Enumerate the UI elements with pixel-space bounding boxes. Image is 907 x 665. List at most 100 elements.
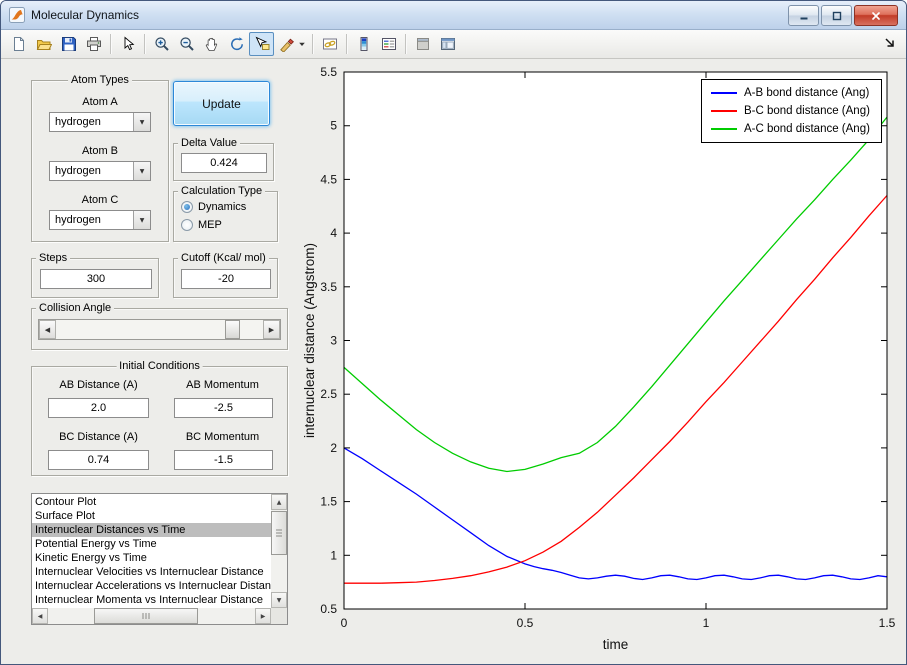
atom-a-value: hydrogen bbox=[50, 116, 133, 128]
list-item[interactable]: Internuclear Momenta vs Internuclear Dis… bbox=[32, 593, 271, 607]
scroll-down-arrow-icon[interactable]: ▼ bbox=[271, 592, 287, 608]
data-cursor-icon[interactable] bbox=[249, 32, 274, 56]
close-button[interactable] bbox=[854, 5, 898, 26]
zoom-in-icon[interactable] bbox=[149, 32, 174, 56]
radio-button-icon bbox=[181, 219, 193, 231]
y-axis-label: internuclear distance (Angstrom) bbox=[302, 243, 317, 438]
x-tick-label: 1 bbox=[703, 616, 710, 630]
delta-value-panel: Delta Value bbox=[173, 143, 274, 181]
ab-momentum-input[interactable] bbox=[174, 398, 273, 418]
link-plot-icon[interactable] bbox=[317, 32, 342, 56]
legend-entry-bc: B-C bond distance (Ang) bbox=[702, 102, 881, 120]
list-item[interactable]: Internuclear Accelerations vs Internucle… bbox=[32, 579, 271, 593]
toolbar-separator bbox=[110, 34, 111, 54]
legend-line-sample bbox=[711, 110, 737, 112]
zoom-out-icon[interactable] bbox=[174, 32, 199, 56]
cutoff-input[interactable] bbox=[181, 269, 271, 289]
insert-legend-icon[interactable] bbox=[376, 32, 401, 56]
plot-axes[interactable]: 00.511.50.511.522.533.544.555.5timeinter… bbox=[301, 60, 907, 664]
chevron-down-icon: ▼ bbox=[133, 162, 150, 180]
legend-label: A-B bond distance (Ang) bbox=[744, 87, 869, 99]
vertical-scrollbar[interactable]: ▲ ▼ bbox=[271, 494, 287, 608]
bc-distance-input[interactable] bbox=[48, 450, 149, 470]
brush-caret-icon[interactable] bbox=[295, 32, 308, 56]
scroll-up-arrow-icon[interactable]: ▲ bbox=[271, 494, 287, 510]
rotate-3d-icon[interactable] bbox=[224, 32, 249, 56]
atom-c-label: Atom C bbox=[32, 194, 168, 206]
toolbar-items bbox=[6, 30, 460, 58]
print-icon[interactable] bbox=[81, 32, 106, 56]
update-button[interactable]: Update bbox=[173, 81, 270, 126]
y-tick-label: 4 bbox=[330, 226, 337, 240]
ab-distance-label: AB Distance (A) bbox=[32, 379, 165, 391]
x-axis-label: time bbox=[603, 637, 629, 652]
scroll-left-arrow-icon[interactable]: ◀ bbox=[32, 608, 48, 624]
new-figure-icon[interactable] bbox=[6, 32, 31, 56]
atom-b-label: Atom B bbox=[32, 145, 168, 157]
slider-track[interactable] bbox=[56, 320, 263, 339]
slider-right-arrow-icon[interactable]: ▶ bbox=[263, 320, 280, 339]
steps-panel: Steps bbox=[31, 258, 159, 298]
edit-plot-icon[interactable] bbox=[115, 32, 140, 56]
open-file-icon[interactable] bbox=[31, 32, 56, 56]
horizontal-scroll-thumb[interactable] bbox=[94, 608, 198, 624]
maximize-button[interactable] bbox=[821, 5, 852, 26]
show-plot-tools-icon[interactable] bbox=[435, 32, 460, 56]
collision-angle-title: Collision Angle bbox=[36, 302, 114, 315]
hide-plot-tools-icon[interactable] bbox=[410, 32, 435, 56]
slider-left-arrow-icon[interactable]: ◀ bbox=[39, 320, 56, 339]
save-icon[interactable] bbox=[56, 32, 81, 56]
insert-colorbar-icon[interactable] bbox=[351, 32, 376, 56]
x-tick-label: 0 bbox=[341, 616, 348, 630]
list-item[interactable]: Internuclear Distances vs Time bbox=[32, 523, 271, 537]
app-window: Molecular Dynamics Atom Types Atom A hyd… bbox=[0, 0, 907, 665]
dock-figure-icon[interactable] bbox=[882, 35, 900, 53]
atom-a-dropdown[interactable]: hydrogen ▼ bbox=[49, 112, 151, 132]
atom-b-group: Atom B hydrogen ▼ bbox=[32, 145, 168, 181]
steps-title: Steps bbox=[36, 252, 70, 265]
vertical-scroll-thumb[interactable] bbox=[271, 511, 287, 555]
bc-momentum-label: BC Momentum bbox=[156, 431, 289, 443]
list-item[interactable]: Internuclear Velocities vs Internuclear … bbox=[32, 565, 271, 579]
list-item[interactable]: Kinetic Energy vs Time bbox=[32, 551, 271, 565]
cutoff-title: Cutoff (Kcal/ mol) bbox=[178, 252, 269, 265]
bc-momentum-input[interactable] bbox=[174, 450, 273, 470]
pan-icon[interactable] bbox=[199, 32, 224, 56]
window-controls bbox=[786, 5, 898, 26]
figure-toolbar bbox=[1, 30, 906, 59]
scrollbar-corner bbox=[271, 608, 287, 624]
atom-types-title: Atom Types bbox=[68, 74, 132, 87]
plot-type-listbox: Contour Plot Surface Plot Internuclear D… bbox=[31, 493, 288, 625]
scroll-right-arrow-icon[interactable]: ▶ bbox=[255, 608, 271, 624]
delta-value-title: Delta Value bbox=[178, 137, 240, 150]
atom-c-value: hydrogen bbox=[50, 214, 133, 226]
list-item[interactable]: Surface Plot bbox=[32, 509, 271, 523]
list-item[interactable]: Contour Plot bbox=[32, 495, 271, 509]
radio-button-icon bbox=[181, 201, 193, 213]
atom-b-dropdown[interactable]: hydrogen ▼ bbox=[49, 161, 151, 181]
plot-legend[interactable]: A-B bond distance (Ang) B-C bond distanc… bbox=[701, 79, 882, 143]
calculation-type-title: Calculation Type bbox=[178, 185, 265, 198]
atom-c-dropdown[interactable]: hydrogen ▼ bbox=[49, 210, 151, 230]
initial-conditions-panel: Initial Conditions AB Distance (A) AB Mo… bbox=[31, 366, 288, 476]
ab-momentum-label: AB Momentum bbox=[156, 379, 289, 391]
steps-input[interactable] bbox=[40, 269, 152, 289]
horizontal-scrollbar[interactable]: ◀ ▶ bbox=[32, 608, 271, 624]
radio-dynamics[interactable]: Dynamics bbox=[181, 201, 277, 213]
y-tick-label: 5.5 bbox=[320, 65, 337, 79]
y-tick-label: 1 bbox=[330, 548, 337, 562]
delta-value-input[interactable] bbox=[181, 153, 267, 173]
y-tick-label: 1.5 bbox=[320, 495, 337, 509]
radio-mep[interactable]: MEP bbox=[181, 219, 277, 231]
initial-conditions-title: Initial Conditions bbox=[116, 360, 203, 373]
minimize-button[interactable] bbox=[788, 5, 819, 26]
legend-line-sample bbox=[711, 92, 737, 94]
collision-angle-slider[interactable]: ◀ ▶ bbox=[38, 319, 281, 340]
ab-distance-input[interactable] bbox=[48, 398, 149, 418]
titlebar[interactable]: Molecular Dynamics bbox=[1, 1, 906, 30]
window-title: Molecular Dynamics bbox=[31, 8, 139, 22]
toolbar-separator bbox=[405, 34, 406, 54]
slider-thumb[interactable] bbox=[225, 320, 240, 339]
list-item[interactable]: Potential Energy vs Time bbox=[32, 537, 271, 551]
y-tick-label: 5 bbox=[330, 119, 337, 133]
